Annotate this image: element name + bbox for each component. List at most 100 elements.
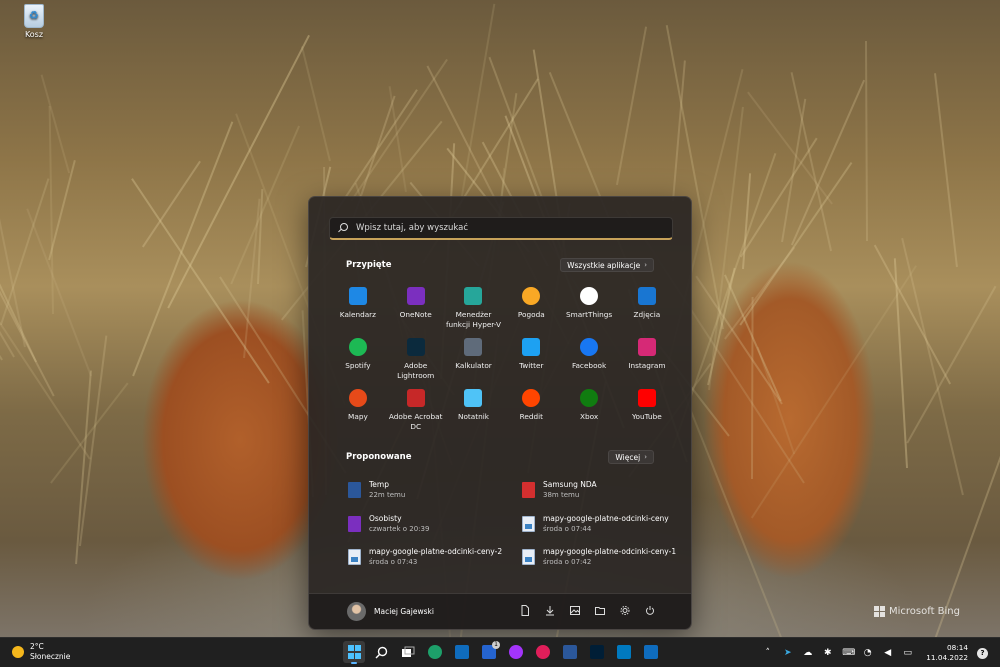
pinned-section-title: Przypięte: [346, 260, 392, 270]
recommended-item[interactable]: mapy-google-platne-odcinki-ceny-1 środa o…: [522, 547, 676, 567]
taskbar-outlook-button[interactable]: [640, 641, 662, 663]
pinned-app-photos[interactable]: Zdjęcia: [618, 285, 676, 336]
twitter-icon: [522, 338, 541, 356]
pinned-app-label: Zdjęcia: [633, 310, 661, 319]
pinned-app-label: SmartThings: [565, 310, 613, 319]
power-icon[interactable]: [645, 605, 655, 616]
wifi-icon[interactable]: ◔: [862, 648, 873, 658]
weather-condition: Słonecznie: [30, 652, 71, 661]
pinned-app-lightroom[interactable]: Adobe Lightroom: [387, 336, 445, 387]
pinned-app-reddit[interactable]: Reddit: [502, 387, 560, 438]
downloads-icon[interactable]: [545, 605, 555, 616]
taskbar-todo-button[interactable]: 1: [478, 641, 500, 663]
recommended-item[interactable]: mapy-google-platne-odcinki-ceny środa o 0…: [522, 514, 669, 534]
taskbar-messenger-button[interactable]: [505, 641, 527, 663]
help-icon[interactable]: ?: [977, 647, 988, 659]
grass-stroke: [131, 121, 234, 377]
pinned-app-notepad[interactable]: Notatnik: [445, 387, 503, 438]
recycle-bin-label: Kosz: [24, 30, 44, 39]
chevron-right-icon: ›: [644, 453, 647, 461]
recommended-item[interactable]: mapy-google-platne-odcinki-ceny-2 środa o…: [348, 547, 502, 567]
pinned-app-label: Pogoda: [517, 310, 545, 319]
pinned-app-label: Adobe Lightroom: [397, 361, 435, 380]
pinned-app-hyperv[interactable]: Menedżer funkcji Hyper-V: [445, 285, 503, 336]
messenger-icon: [509, 645, 523, 659]
grass-stroke: [48, 106, 55, 315]
pinned-app-label: Kalkulator: [455, 361, 492, 370]
taskbar-windows-start-button[interactable]: [343, 641, 365, 664]
grass-stroke: [750, 297, 754, 480]
notification-badge: 1: [492, 641, 500, 649]
pinned-app-label: YouTube: [632, 412, 662, 421]
pinned-app-spotify[interactable]: Spotify: [329, 336, 387, 387]
recommended-item[interactable]: Osobisty czwartek o 20:39: [348, 514, 429, 534]
taskbar-word-button[interactable]: [559, 641, 581, 663]
taskbar-photoshop-button[interactable]: [586, 641, 608, 663]
taskbar-edge-button[interactable]: [424, 641, 446, 663]
chevron-up-icon[interactable]: ˄: [762, 648, 773, 658]
user-account-button[interactable]: Maciej Gajewski: [347, 602, 434, 621]
taskbar-search-button[interactable]: [370, 641, 392, 663]
pinned-app-xbox[interactable]: Xbox: [560, 387, 618, 438]
recommended-item-name: Samsung NDA: [543, 480, 597, 489]
pinned-app-youtube[interactable]: YouTube: [618, 387, 676, 438]
sun-icon: [12, 646, 24, 658]
recommended-item[interactable]: Temp 22m temu: [348, 480, 405, 500]
pinned-app-calculator[interactable]: Kalkulator: [445, 336, 503, 387]
grass-stroke: [0, 256, 3, 361]
taskbar-apps: 1: [343, 641, 662, 664]
clock-time: 08:14: [946, 643, 968, 652]
bluetooth-icon[interactable]: ✱: [822, 648, 833, 658]
pinned-app-twitter[interactable]: Twitter: [502, 336, 560, 387]
pinned-app-weather[interactable]: Pogoda: [502, 285, 560, 336]
keyboard-icon[interactable]: ⌨: [842, 648, 855, 658]
taskbar-task-view-button[interactable]: [397, 641, 419, 663]
more-button[interactable]: Więcej ›: [608, 450, 654, 464]
spotify-icon: [348, 338, 367, 356]
recommended-item[interactable]: Samsung NDA 38m temu: [522, 480, 597, 500]
clock[interactable]: 08:14 11.04.2022: [926, 643, 968, 663]
photoshop-icon: [590, 645, 604, 659]
pinned-app-maps[interactable]: Mapy: [329, 387, 387, 438]
taskbar: 2°C Słonecznie 1 ˄ ➤ ☁ ✱ ⌨ ◔ ◀ ▭ 08:14 1…: [0, 637, 1000, 667]
pinned-app-calendar[interactable]: Kalendarz: [329, 285, 387, 336]
recommended-item-time: środa o 07:44: [543, 525, 592, 533]
telegram-icon[interactable]: ➤: [782, 648, 793, 658]
image-file-icon: [522, 549, 535, 565]
onedrive-cloud-icon[interactable]: ☁: [802, 648, 813, 658]
pinned-app-facebook[interactable]: Facebook: [560, 336, 618, 387]
grass-stroke: [933, 72, 958, 268]
all-apps-button[interactable]: Wszystkie aplikacje ›: [560, 258, 654, 272]
pinned-app-label: Adobe Acrobat DC: [388, 412, 443, 431]
taskbar-slack-button[interactable]: [532, 641, 554, 663]
weather-widget[interactable]: 2°C Słonecznie: [12, 642, 70, 662]
facebook-icon: [580, 338, 599, 356]
recommended-item-time: 38m temu: [543, 491, 580, 499]
start-search-box[interactable]: [329, 217, 673, 240]
pictures-icon[interactable]: [570, 605, 580, 616]
pinned-app-label: Reddit: [519, 412, 543, 421]
pinned-app-instagram[interactable]: Instagram: [618, 336, 676, 387]
settings-gear-icon[interactable]: [620, 605, 630, 616]
search-input[interactable]: [356, 223, 656, 233]
pinned-app-label: Facebook: [571, 361, 607, 370]
volume-icon[interactable]: ◀: [882, 648, 893, 658]
file-explorer-icon[interactable]: [595, 605, 605, 616]
taskbar-mail-button[interactable]: [451, 641, 473, 663]
grass-stroke: [741, 173, 751, 270]
taskbar-trello-button[interactable]: [613, 641, 635, 663]
grass-stroke: [26, 208, 93, 377]
documents-icon[interactable]: [520, 605, 530, 616]
image-file-icon: [348, 549, 361, 565]
pinned-app-acrobat[interactable]: Adobe Acrobat DC: [387, 387, 445, 438]
battery-icon[interactable]: ▭: [902, 648, 913, 658]
pinned-app-smartthings[interactable]: SmartThings: [560, 285, 618, 336]
grass-stroke: [131, 177, 270, 384]
xbox-icon: [580, 389, 599, 407]
recommended-item-name: mapy-google-platne-odcinki-ceny-1: [543, 547, 677, 556]
recycle-bin-shortcut[interactable]: Kosz: [14, 4, 54, 39]
pinned-app-onenote[interactable]: OneNote: [387, 285, 445, 336]
weather-temperature: 2°C: [30, 642, 44, 651]
smartthings-icon: [580, 287, 599, 305]
onenote-doc-icon: [348, 516, 361, 532]
